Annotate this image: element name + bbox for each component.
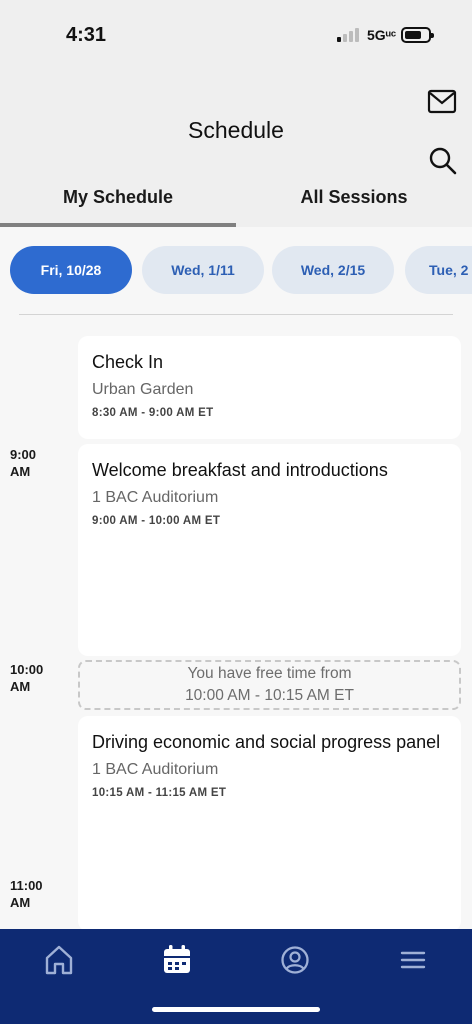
date-chip-wed-1-11[interactable]: Wed, 1/11	[142, 246, 264, 294]
status-bar: 4:31 5Gᵘᶜ	[0, 0, 472, 62]
profile-icon[interactable]	[277, 943, 313, 977]
bottom-nav	[0, 929, 472, 1024]
session-location: 1 BAC Auditorium	[92, 489, 219, 506]
mail-icon[interactable]	[426, 88, 458, 116]
session-title: Welcome breakfast and introductions	[92, 460, 388, 480]
calendar-icon[interactable]	[159, 943, 195, 977]
time-label-11am: 11:00 AM	[10, 878, 43, 910]
date-chip-tue[interactable]: Tue, 2	[405, 246, 472, 294]
free-time-text: You have free time from	[187, 665, 352, 682]
session-card[interactable]: Check In Urban Garden 8:30 AM - 9:00 AM …	[78, 336, 461, 439]
schedule-content[interactable]: Fri, 10/28 Wed, 1/11 Wed, 2/15 Tue, 2 9:…	[0, 227, 472, 929]
tab-my-schedule[interactable]: My Schedule	[0, 172, 236, 227]
date-chip-wed-2-15[interactable]: Wed, 2/15	[272, 246, 394, 294]
divider	[19, 314, 453, 315]
home-indicator[interactable]	[152, 1007, 320, 1012]
session-card[interactable]: Welcome breakfast and introductions 1 BA…	[78, 444, 461, 656]
signal-icon	[337, 28, 361, 42]
session-location: 1 BAC Auditorium	[92, 761, 219, 778]
free-time-block: You have free time from 10:00 AM - 10:15…	[78, 660, 461, 710]
status-time: 4:31	[66, 24, 107, 46]
session-location: Urban Garden	[92, 381, 194, 398]
session-card[interactable]: Driving economic and social progress pan…	[78, 716, 461, 929]
home-icon[interactable]	[41, 943, 77, 977]
page-title: Schedule	[188, 117, 284, 143]
free-time-range: 10:00 AM - 10:15 AM ET	[185, 687, 354, 704]
menu-icon[interactable]	[395, 943, 431, 977]
tab-all-sessions[interactable]: All Sessions	[236, 172, 472, 227]
network-label: 5Gᵘᶜ	[367, 27, 397, 43]
date-chip-fri-10-28[interactable]: Fri, 10/28	[10, 246, 132, 294]
battery-icon	[401, 27, 434, 43]
session-time: 9:00 AM - 10:00 AM ET	[92, 515, 221, 527]
session-title: Check In	[92, 352, 164, 372]
time-label-10am: 10:00 AM	[10, 662, 44, 694]
header: Schedule My Schedule All Sessions	[0, 62, 472, 227]
session-title: Driving economic and social progress pan…	[92, 732, 441, 752]
session-time: 8:30 AM - 9:00 AM ET	[92, 407, 214, 419]
schedule-tabs: My Schedule All Sessions	[0, 172, 472, 227]
time-label-9am: 9:00 AM	[10, 447, 37, 479]
session-time: 10:15 AM - 11:15 AM ET	[92, 787, 227, 799]
